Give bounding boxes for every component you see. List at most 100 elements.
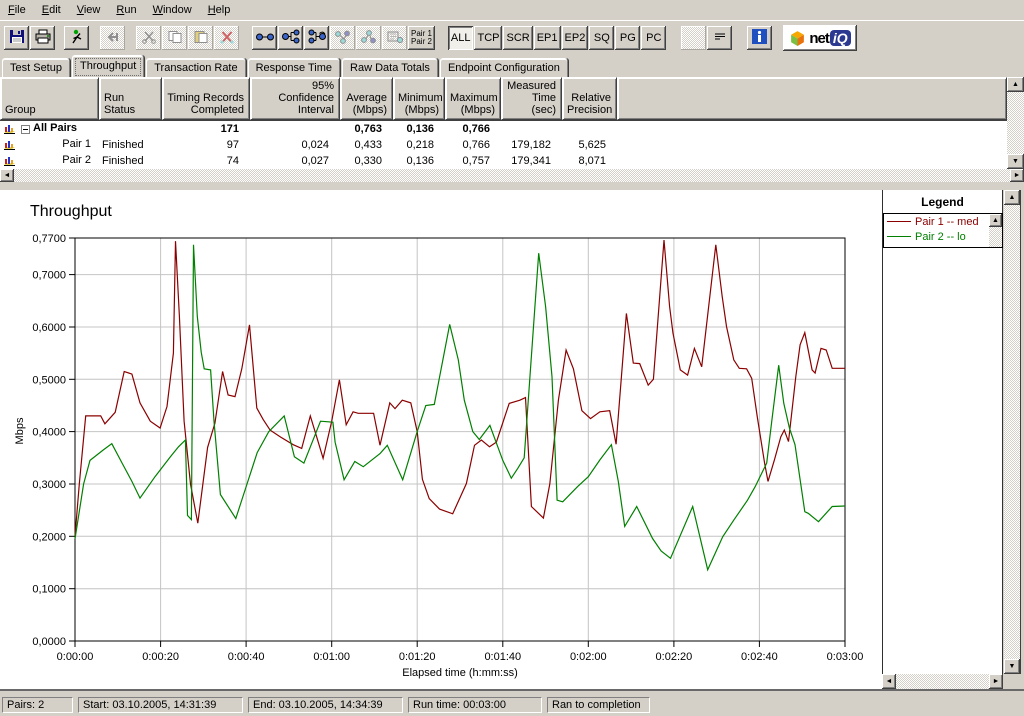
delete-x-icon <box>219 30 235 47</box>
column-header-blank[interactable] <box>617 77 1007 120</box>
tab-raw-data-totals[interactable]: Raw Data Totals <box>342 58 438 77</box>
table-horizontal-scrollbar[interactable]: ◄ ► <box>0 169 1024 182</box>
timing-records-cell: 74 <box>226 155 239 167</box>
toolbar-separator <box>773 26 781 50</box>
svg-text:0,4000: 0,4000 <box>32 427 66 439</box>
menu-file[interactable]: File <box>0 2 34 18</box>
cut-button[interactable] <box>136 26 161 50</box>
main-vertical-scrollbar[interactable]: ▲ ▼ <box>1004 190 1021 674</box>
copy-button[interactable] <box>162 26 187 50</box>
tab-throughput[interactable]: Throughput <box>71 55 145 77</box>
scroll-up-button[interactable]: ▲ <box>1004 190 1020 205</box>
measured-time-cell: 179,341 <box>511 155 551 167</box>
add-multicast-group-button[interactable] <box>330 26 355 50</box>
relative-precision-cell: 5,625 <box>578 139 606 151</box>
scroll-down-button[interactable]: ▼ <box>1004 659 1020 674</box>
collapse-toggle[interactable] <box>21 125 30 134</box>
table-row[interactable]: Pair 1 Finished 97 0,024 0,433 0,218 0,766 179,… <box>0 137 1007 153</box>
run-status-cell: Finished <box>102 139 144 151</box>
menu-help[interactable]: Help <box>200 2 239 18</box>
table-vertical-scrollbar[interactable]: ▲ ▼ <box>1007 77 1024 169</box>
menu-edit[interactable]: Edit <box>34 2 69 18</box>
results-table-body: All Pairs 171 0,763 0,136 0,766 Pair 1 Finishe… <box>0 120 1007 169</box>
svg-text:0:01:00: 0:01:00 <box>313 651 350 663</box>
filter-ep1-button[interactable]: EP1 <box>533 26 561 50</box>
legend-horizontal-scrollbar[interactable]: ◄ ► <box>882 674 1003 689</box>
add-one-to-many-button[interactable] <box>278 26 303 50</box>
tab-response-time[interactable]: Response Time <box>247 58 341 77</box>
netiq-logo: net iQ <box>783 25 857 51</box>
add-pair-button[interactable] <box>252 26 277 50</box>
view-details-button[interactable] <box>707 26 733 50</box>
blank-button[interactable] <box>681 26 707 50</box>
status-panel: Run time: 00:03:00 <box>408 697 542 713</box>
delete-button[interactable] <box>214 26 239 50</box>
svg-text:0,5000: 0,5000 <box>32 374 66 386</box>
toolbar-separator <box>56 26 64 50</box>
paste-button[interactable] <box>188 26 213 50</box>
print-button[interactable] <box>30 26 55 50</box>
abort-run-button[interactable] <box>100 26 125 50</box>
pair-view-button[interactable]: Pair 1 Pair 2 <box>408 26 435 50</box>
column-header-relative-precision[interactable]: Relative Precision <box>562 77 617 120</box>
edit-pair-button[interactable] <box>304 26 329 50</box>
multicast-edit-icon <box>386 30 404 47</box>
scroll-up-button[interactable]: ▲ <box>1007 77 1024 92</box>
help-info-button[interactable] <box>747 26 773 50</box>
filter-pc-button[interactable]: PC <box>641 26 667 50</box>
legend-line-sample <box>887 221 911 222</box>
x-axis-label: Elapsed time (h:mm:ss) <box>402 667 518 679</box>
column-header-average-mbps[interactable]: Average (Mbps) <box>340 77 393 120</box>
filter-pg-button[interactable]: PG <box>615 26 641 50</box>
runner-icon <box>69 29 85 47</box>
filter-scr-button[interactable]: SCR <box>503 26 533 50</box>
average-cell: 0,433 <box>354 139 382 151</box>
menu-run[interactable]: Run <box>108 2 144 18</box>
table-row[interactable]: Pair 2 Finished 74 0,027 0,330 0,136 0,757 179,… <box>0 153 1007 169</box>
tab-endpoint-configuration[interactable]: Endpoint Configuration <box>439 58 568 77</box>
filter-tcp-button[interactable]: TCP <box>474 26 503 50</box>
column-header-measured-time-sec[interactable]: Measured Time (sec) <box>501 77 562 120</box>
menu-window[interactable]: Window <box>145 2 200 18</box>
column-header-run-status[interactable]: Run Status <box>99 77 162 120</box>
button-label: Pair 1 Pair 2 <box>411 29 432 46</box>
svg-text:0:01:20: 0:01:20 <box>399 651 436 663</box>
info-icon <box>752 29 768 47</box>
menu-view[interactable]: View <box>69 2 109 18</box>
scroll-down-button[interactable]: ▼ <box>1007 154 1024 169</box>
svg-text:0:00:40: 0:00:40 <box>228 651 265 663</box>
filter-ep2-button[interactable]: EP2 <box>561 26 589 50</box>
throughput-chart: 0,0000 0,1000 0,2000 0,3000 0,4000 0,5000 0,60… <box>32 233 864 663</box>
scroll-right-button[interactable]: ► <box>989 674 1003 689</box>
edit-multicast-pair-button[interactable] <box>382 26 407 50</box>
minimum-cell: 0,136 <box>406 155 434 167</box>
filter-sq-button[interactable]: SQ <box>589 26 615 50</box>
scroll-up-button[interactable]: ▲ <box>989 214 1002 227</box>
svg-text:0:02:00: 0:02:00 <box>570 651 607 663</box>
status-panel: Start: 03.10.2005, 14:31:39 <box>78 697 243 713</box>
legend-scrollbar[interactable]: ▲ <box>989 214 1002 247</box>
button-label: PC <box>646 32 662 44</box>
save-button[interactable] <box>4 26 29 50</box>
maximum-cell: 0,766 <box>462 139 490 151</box>
column-header-timing-records-completed[interactable]: Timing Records Completed <box>162 77 250 120</box>
tab-test-setup[interactable]: Test Setup <box>2 58 70 77</box>
column-header-minimum-mbps[interactable]: Minimum (Mbps) <box>393 77 445 120</box>
add-multicast-pair-button[interactable] <box>356 26 381 50</box>
relative-precision-cell: 8,071 <box>578 155 606 167</box>
menu-bar: File Edit View Run Window Help <box>0 0 1024 20</box>
average-cell: 0,763 <box>354 123 382 135</box>
run-status-cell: Finished <box>102 155 144 167</box>
table-row[interactable]: All Pairs 171 0,763 0,136 0,766 <box>0 121 1007 137</box>
scroll-left-button[interactable]: ◄ <box>0 169 14 182</box>
floppy-icon <box>9 29 25 47</box>
scroll-right-button[interactable]: ► <box>1010 169 1024 182</box>
filter-all-button[interactable]: ALL <box>447 26 474 50</box>
column-header-95-confidence-interval[interactable]: 95% Confidence Interval <box>250 77 340 120</box>
column-header-maximum-mbps[interactable]: Maximum (Mbps) <box>445 77 501 120</box>
run-test-button[interactable] <box>64 26 89 50</box>
column-header-group[interactable]: Group <box>0 77 99 120</box>
scroll-left-button[interactable]: ◄ <box>882 674 896 689</box>
tab-transaction-rate[interactable]: Transaction Rate <box>146 58 246 77</box>
svg-text:0:03:00: 0:03:00 <box>827 651 864 663</box>
